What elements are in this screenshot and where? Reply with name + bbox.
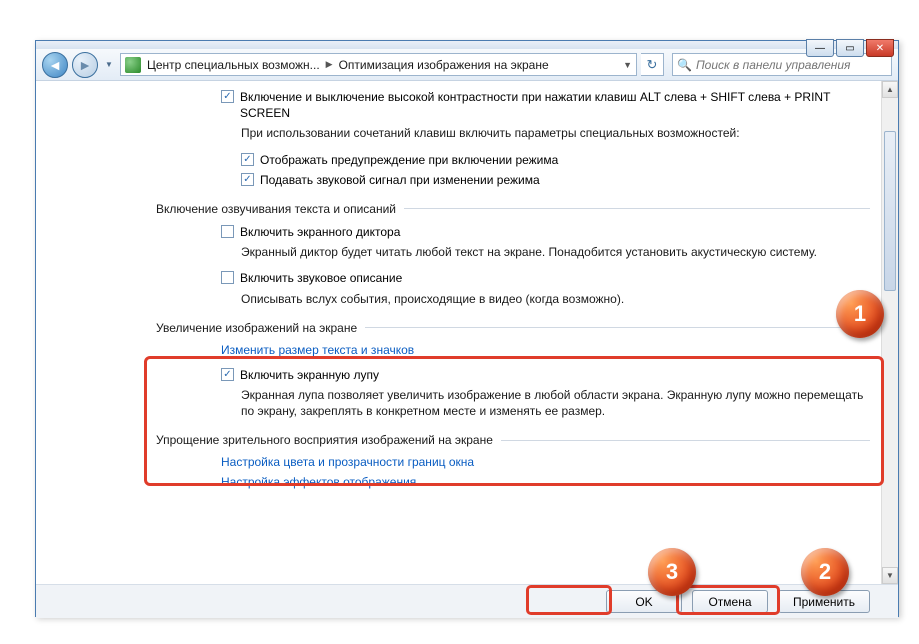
desc-magnifier: Экранная лупа позволяет увеличить изобра… xyxy=(186,387,870,419)
scroll-thumb[interactable] xyxy=(884,131,896,291)
desc-audio-description: Описывать вслух события, происходящие в … xyxy=(186,291,870,307)
desc-narrator: Экранный диктор будет читать любой текст… xyxy=(186,244,870,260)
checkbox-high-contrast-toggle[interactable] xyxy=(221,90,234,103)
nav-history-dropdown[interactable]: ▼ xyxy=(102,58,116,72)
checkbox-play-sound[interactable] xyxy=(241,173,254,186)
label-shortcut-note: При использовании сочетаний клавиш включ… xyxy=(186,125,870,141)
breadcrumb-2[interactable]: Оптимизация изображения на экране xyxy=(339,58,549,72)
label-audio-description: Включить звуковое описание xyxy=(240,270,402,286)
label-show-warning: Отображать предупреждение при включении … xyxy=(260,152,558,168)
forward-button[interactable]: ► xyxy=(72,52,98,78)
back-button[interactable]: ◄ xyxy=(42,52,68,78)
scroll-down-button[interactable]: ▼ xyxy=(882,567,898,584)
divider xyxy=(404,208,870,209)
label-narrator: Включить экранного диктора xyxy=(240,224,400,240)
highlight-box-ok xyxy=(526,585,612,615)
refresh-button[interactable]: ↻ xyxy=(641,53,664,76)
apply-button[interactable]: Применить xyxy=(778,590,870,613)
divider xyxy=(365,327,870,328)
navigation-bar: ◄ ► ▼ Центр специальных возможн... ▶ Опт… xyxy=(36,49,898,81)
checkbox-audio-description[interactable] xyxy=(221,271,234,284)
label-high-contrast: Включение и выключение высокой контрастн… xyxy=(240,89,870,121)
ease-of-access-icon xyxy=(125,57,141,73)
address-dropdown[interactable]: ▼ xyxy=(623,60,632,70)
scroll-up-button[interactable]: ▲ xyxy=(882,81,898,98)
content-area: Включение и выключение высокой контрастн… xyxy=(36,81,898,584)
divider xyxy=(501,440,870,441)
breadcrumb-1[interactable]: Центр специальных возможн... xyxy=(147,58,320,72)
close-button[interactable]: ✕ xyxy=(866,39,894,57)
cancel-button[interactable]: Отмена xyxy=(692,590,768,613)
checkbox-narrator[interactable] xyxy=(221,225,234,238)
search-input[interactable] xyxy=(696,58,887,72)
address-bar[interactable]: Центр специальных возможн... ▶ Оптимизац… xyxy=(120,53,637,76)
footer: OK Отмена Применить xyxy=(36,584,898,618)
control-panel-window: — ▭ ✕ ◄ ► ▼ Центр специальных возможн...… xyxy=(35,40,899,617)
checkbox-magnifier[interactable] xyxy=(221,368,234,381)
section-simplify-title: Упрощение зрительного восприятия изображ… xyxy=(156,433,493,447)
label-play-sound: Подавать звуковой сигнал при изменении р… xyxy=(260,172,540,188)
ok-button[interactable]: OK xyxy=(606,590,682,613)
link-resize-text-icons[interactable]: Изменить размер текста и значков xyxy=(221,343,414,357)
section-zoom-title: Увеличение изображений на экране xyxy=(156,321,357,335)
link-display-effects[interactable]: Настройка эффектов отображения xyxy=(221,475,416,489)
search-icon: 🔍 xyxy=(677,58,692,72)
breadcrumb-sep: ▶ xyxy=(326,59,333,70)
link-window-border-color[interactable]: Настройка цвета и прозрачности границ ок… xyxy=(221,455,474,469)
section-voice-title: Включение озвучивания текста и описаний xyxy=(156,202,396,216)
maximize-button[interactable]: ▭ xyxy=(836,39,864,57)
label-magnifier: Включить экранную лупу xyxy=(240,367,379,383)
scrollbar[interactable]: ▲ ▼ xyxy=(881,81,898,584)
minimize-button[interactable]: — xyxy=(806,39,834,57)
titlebar[interactable]: — ▭ ✕ xyxy=(36,41,898,49)
checkbox-show-warning[interactable] xyxy=(241,153,254,166)
